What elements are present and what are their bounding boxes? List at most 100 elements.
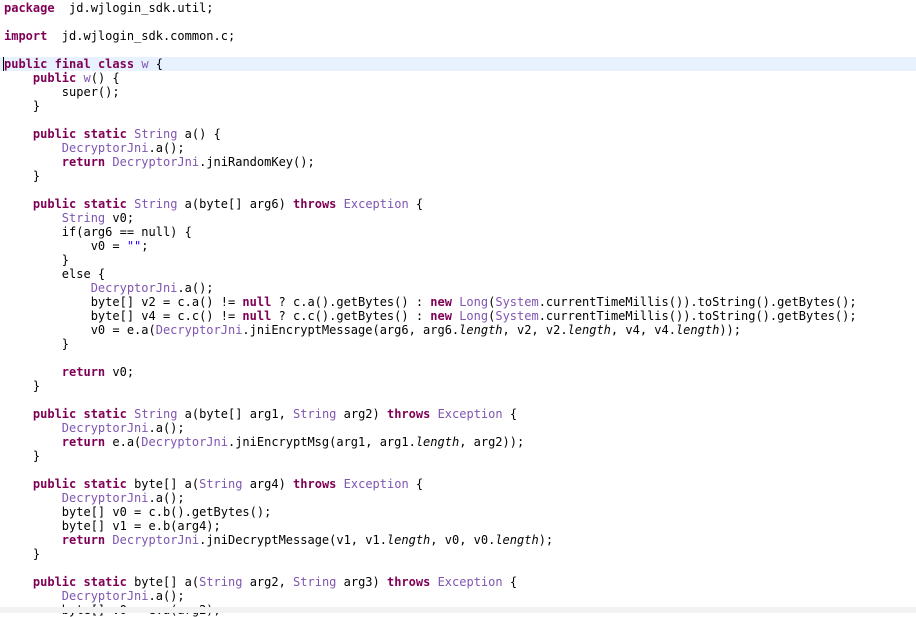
code-line[interactable]: public static byte[] a(String arg4) thro… <box>4 477 423 491</box>
code-text: .jniEncryptMsg(arg1, arg1. <box>227 435 416 449</box>
horizontal-scrollbar[interactable] <box>0 607 916 613</box>
code-text: .currentTimeMillis()).toString().getByte… <box>538 295 857 309</box>
code-line-current[interactable]: public final class w { <box>0 57 916 71</box>
code-line[interactable]: byte[] v1 = e.b(arg4); <box>4 519 221 533</box>
code-text: v0; <box>105 211 135 225</box>
code-line[interactable]: } <box>4 379 40 393</box>
code-line[interactable]: super(); <box>4 85 120 99</box>
code-keyword: return <box>61 435 106 449</box>
code-text: ? c.c().getBytes() : <box>271 309 431 323</box>
code-line[interactable]: import jd.wjlogin_sdk.common.c; <box>4 29 235 43</box>
code-line[interactable]: } <box>4 449 40 463</box>
code-line[interactable]: v0 = e.a(DecryptorJni.jniEncryptMessage(… <box>4 323 741 337</box>
code-line[interactable]: package jd.wjlogin_sdk.util; <box>4 1 214 15</box>
code-keyword: public <box>32 407 77 421</box>
code-line[interactable]: } <box>4 99 40 113</box>
code-text: ? c.a().getBytes() : <box>271 295 431 309</box>
code-line[interactable]: DecryptorJni.a(); <box>4 421 185 435</box>
code-text: if(arg6 == null) { <box>4 225 192 239</box>
code-text: )); <box>719 323 741 337</box>
code-text: byte[] a( <box>126 477 200 491</box>
code-text: { <box>408 477 424 491</box>
code-line[interactable]: return DecryptorJni.jniDecryptMessage(v1… <box>4 533 553 547</box>
code-text: .a(); <box>148 421 185 435</box>
code-line[interactable]: } <box>4 337 69 351</box>
code-text: v0; <box>105 365 135 379</box>
code-line[interactable]: DecryptorJni.a(); <box>4 589 185 603</box>
code-text: { <box>148 57 163 71</box>
code-type: DecryptorJni <box>61 421 149 435</box>
code-field: length <box>675 323 720 337</box>
code-text: } <box>4 379 41 393</box>
code-text: } <box>4 337 70 351</box>
code-keyword: import <box>4 29 48 43</box>
code-type: DecryptorJni <box>141 435 228 449</box>
code-line[interactable]: public static byte[] a(String arg2, Stri… <box>4 575 517 589</box>
code-text: , arg2)); <box>459 435 525 449</box>
code-line[interactable]: else { <box>4 267 105 281</box>
code-line[interactable]: byte[] v4 = c.c() != null ? c.c().getByt… <box>4 309 857 323</box>
code-keyword: throws <box>386 407 431 421</box>
code-line[interactable]: v0 = ""; <box>4 239 149 253</box>
code-keyword: static <box>83 477 127 491</box>
code-text: ); <box>538 533 554 547</box>
code-text: { <box>502 407 518 421</box>
code-keyword: throws <box>386 575 431 589</box>
code-text: arg4) <box>242 477 294 491</box>
code-text: jd.wjlogin_sdk.util; <box>54 1 214 15</box>
code-line[interactable]: public static String a() { <box>4 127 221 141</box>
code-text: a() { <box>177 127 221 141</box>
code-text: , v4, v4. <box>610 323 676 337</box>
code-text: , v2, v2. <box>502 323 568 337</box>
code-line[interactable]: public w() { <box>4 71 120 85</box>
code-line[interactable]: public static String a(byte[] arg1, Stri… <box>4 407 517 421</box>
code-line[interactable]: public static String a(byte[] arg6) thro… <box>4 197 423 211</box>
code-text: super(); <box>4 85 120 99</box>
code-line[interactable]: } <box>4 169 40 183</box>
code-type: String <box>61 211 106 225</box>
code-line[interactable]: return DecryptorJni.jniRandomKey(); <box>4 155 315 169</box>
code-line[interactable]: } <box>4 547 40 561</box>
code-text: .jniRandomKey(); <box>199 155 315 169</box>
code-type: w <box>141 57 149 71</box>
code-text: .currentTimeMillis()).toString().getByte… <box>538 309 857 323</box>
code-text: { <box>408 197 424 211</box>
code-line[interactable]: byte[] v0 = c.b().getBytes(); <box>4 505 272 519</box>
code-type: DecryptorJni <box>90 281 178 295</box>
code-type: DecryptorJni <box>112 533 200 547</box>
code-line[interactable]: return v0; <box>4 365 134 379</box>
code-keyword: public <box>32 477 77 491</box>
code-text: .a(); <box>148 589 185 603</box>
code-line[interactable]: DecryptorJni.a(); <box>4 141 185 155</box>
code-editor[interactable]: package jd.wjlogin_sdk.util;import jd.wj… <box>0 0 916 617</box>
code-line[interactable]: byte[] v2 = c.a() != null ? c.a().getByt… <box>4 295 857 309</box>
code-keyword: public <box>3 57 48 71</box>
code-type: Exception <box>437 575 503 589</box>
code-type: Exception <box>437 407 503 421</box>
code-text: () { <box>90 71 120 85</box>
code-line[interactable]: return e.a(DecryptorJni.jniEncryptMsg(ar… <box>4 435 524 449</box>
code-type: Exception <box>343 197 409 211</box>
code-line[interactable]: DecryptorJni.a(); <box>4 281 214 295</box>
code-field: length <box>567 323 611 337</box>
code-keyword: static <box>83 407 127 421</box>
code-type: DecryptorJni <box>61 589 149 603</box>
code-line[interactable]: DecryptorJni.a(); <box>4 491 185 505</box>
code-field: length <box>495 533 539 547</box>
code-line[interactable]: if(arg6 == null) { <box>4 225 192 239</box>
code-line[interactable]: String v0; <box>4 211 134 225</box>
code-line[interactable]: } <box>4 253 69 267</box>
code-keyword: public <box>32 575 77 589</box>
code-text: arg2, <box>242 575 294 589</box>
code-text: .jniEncryptMessage(arg6, arg6. <box>242 323 460 337</box>
